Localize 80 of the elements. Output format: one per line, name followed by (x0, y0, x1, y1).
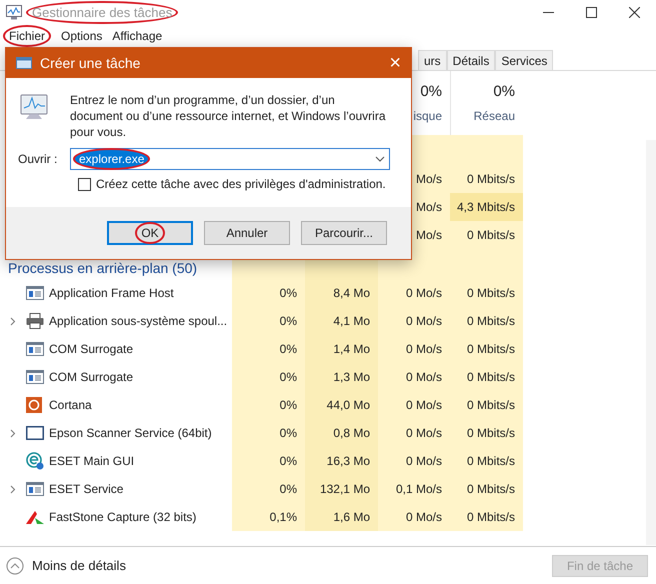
table-cell: 0 Mbits/s (450, 307, 523, 335)
chevron-up-circle-icon[interactable] (6, 556, 24, 574)
table-cell: 0 Mo/s (378, 419, 450, 447)
tab[interactable]: Détails (446, 50, 496, 70)
table-cell: 0 Mo/s (378, 363, 450, 391)
process-name: Application sous-système spoul... (49, 313, 228, 330)
column-percent: 0% (420, 82, 442, 102)
process-name: COM Surrogate (49, 369, 134, 386)
window-title: Gestionnaire des tâches (26, 0, 178, 24)
expand-chevron-icon[interactable] (10, 484, 16, 494)
table-cell: 0 Mbits/s (450, 363, 523, 391)
column-header: Réseau (474, 108, 515, 125)
table-cell: 0 Mo/s (378, 503, 450, 531)
table-cell: 0 Mo/s (378, 391, 450, 419)
table-cell: 0,1 Mo/s (378, 475, 450, 503)
dialog-description: Entrez le nom d’un programme, d’un dossier, d’un document ou d’une ressource internet, et Windows l’ouvrira pour vous. (70, 92, 386, 140)
table-cell: 0% (232, 335, 305, 363)
selected-command: explorer.exe (73, 148, 150, 170)
open-label: Ouvrir : (18, 151, 58, 168)
table-cell: 0 Mbits/s (450, 335, 523, 363)
table-cell: 0 Mbits/s (450, 475, 523, 503)
process-name: Epson Scanner Service (64bit) (49, 425, 212, 442)
table-cell: 0 Mbits/s (450, 419, 523, 447)
table-cell: 0 Mo/s (378, 279, 450, 307)
process-name: Application Frame Host (49, 285, 174, 302)
table-cell: 0% (232, 419, 305, 447)
monitor-chart-icon (6, 5, 22, 20)
menu-item[interactable]: Options (61, 27, 102, 45)
table-cell: 0% (232, 307, 305, 335)
close-button[interactable]: × (389, 53, 401, 73)
checkbox[interactable] (78, 178, 91, 190)
section-header: Processus en arrière-plan (50) (8, 259, 198, 278)
table-cell: 44,0 Mo (305, 391, 378, 419)
table-cell: 0% (232, 391, 305, 419)
column-percent: 0% (493, 82, 515, 102)
dialog-button[interactable]: Parcourir... (301, 221, 387, 245)
dialog-button[interactable]: OK (107, 221, 193, 245)
maximize-icon[interactable] (586, 7, 597, 18)
table-cell: 0 Mo/s (378, 447, 450, 475)
tab[interactable]: Services (495, 50, 554, 70)
table-cell: 0 Mbits/s (450, 221, 523, 249)
table-cell: 0% (232, 279, 305, 307)
table-cell: 1,6 Mo (305, 503, 378, 531)
menu-item[interactable]: Affichage (112, 27, 162, 45)
process-name: ESET Service (49, 481, 124, 498)
table-cell: 4,3 Mbits/s (450, 193, 523, 221)
table-cell: 0 Mo/s (378, 307, 450, 335)
dialog-title: Créer une tâche (40, 54, 140, 72)
table-cell: 0,8 Mo (305, 419, 378, 447)
process-name: COM Surrogate (49, 341, 134, 358)
window-icon (16, 57, 32, 69)
close-icon[interactable] (629, 7, 640, 18)
table-cell: 0 Mbits/s (450, 165, 523, 193)
process-name: Cortana (49, 397, 92, 414)
table-cell: 0 Mo/s (378, 335, 450, 363)
expand-chevron-icon[interactable] (10, 428, 16, 438)
expand-chevron-icon[interactable] (10, 316, 16, 326)
table-cell: 0% (232, 363, 305, 391)
table-cell: 0 Mbits/s (450, 447, 523, 475)
column-header: isque (413, 108, 442, 125)
table-cell: 1,3 Mo (305, 363, 378, 391)
scrollbar[interactable] (646, 140, 656, 545)
table-cell: 0% (232, 447, 305, 475)
process-name: ESET Main GUI (49, 453, 134, 470)
command-combobox[interactable]: explorer.exe (70, 148, 390, 170)
process-name: FastStone Capture (32 bits) (49, 509, 196, 526)
table-cell: 4,1 Mo (305, 307, 378, 335)
table-cell: 0 Mbits/s (450, 279, 523, 307)
dropdown-chevron-icon[interactable] (375, 156, 385, 162)
table-cell: 1,4 Mo (305, 335, 378, 363)
less-details-link[interactable]: Moins de détails (32, 556, 126, 576)
table-cell: 16,3 Mo (305, 447, 378, 475)
table-cell: 0,1% (232, 503, 305, 531)
table-cell: 0 Mbits/s (450, 391, 523, 419)
dialog-button[interactable]: Annuler (204, 221, 290, 245)
table-cell: 8,4 Mo (305, 279, 378, 307)
table-cell: 132,1 Mo (305, 475, 378, 503)
tab[interactable]: urs (418, 50, 447, 70)
table-cell: 0% (232, 475, 305, 503)
table-cell: 0 Mbits/s (450, 503, 523, 531)
